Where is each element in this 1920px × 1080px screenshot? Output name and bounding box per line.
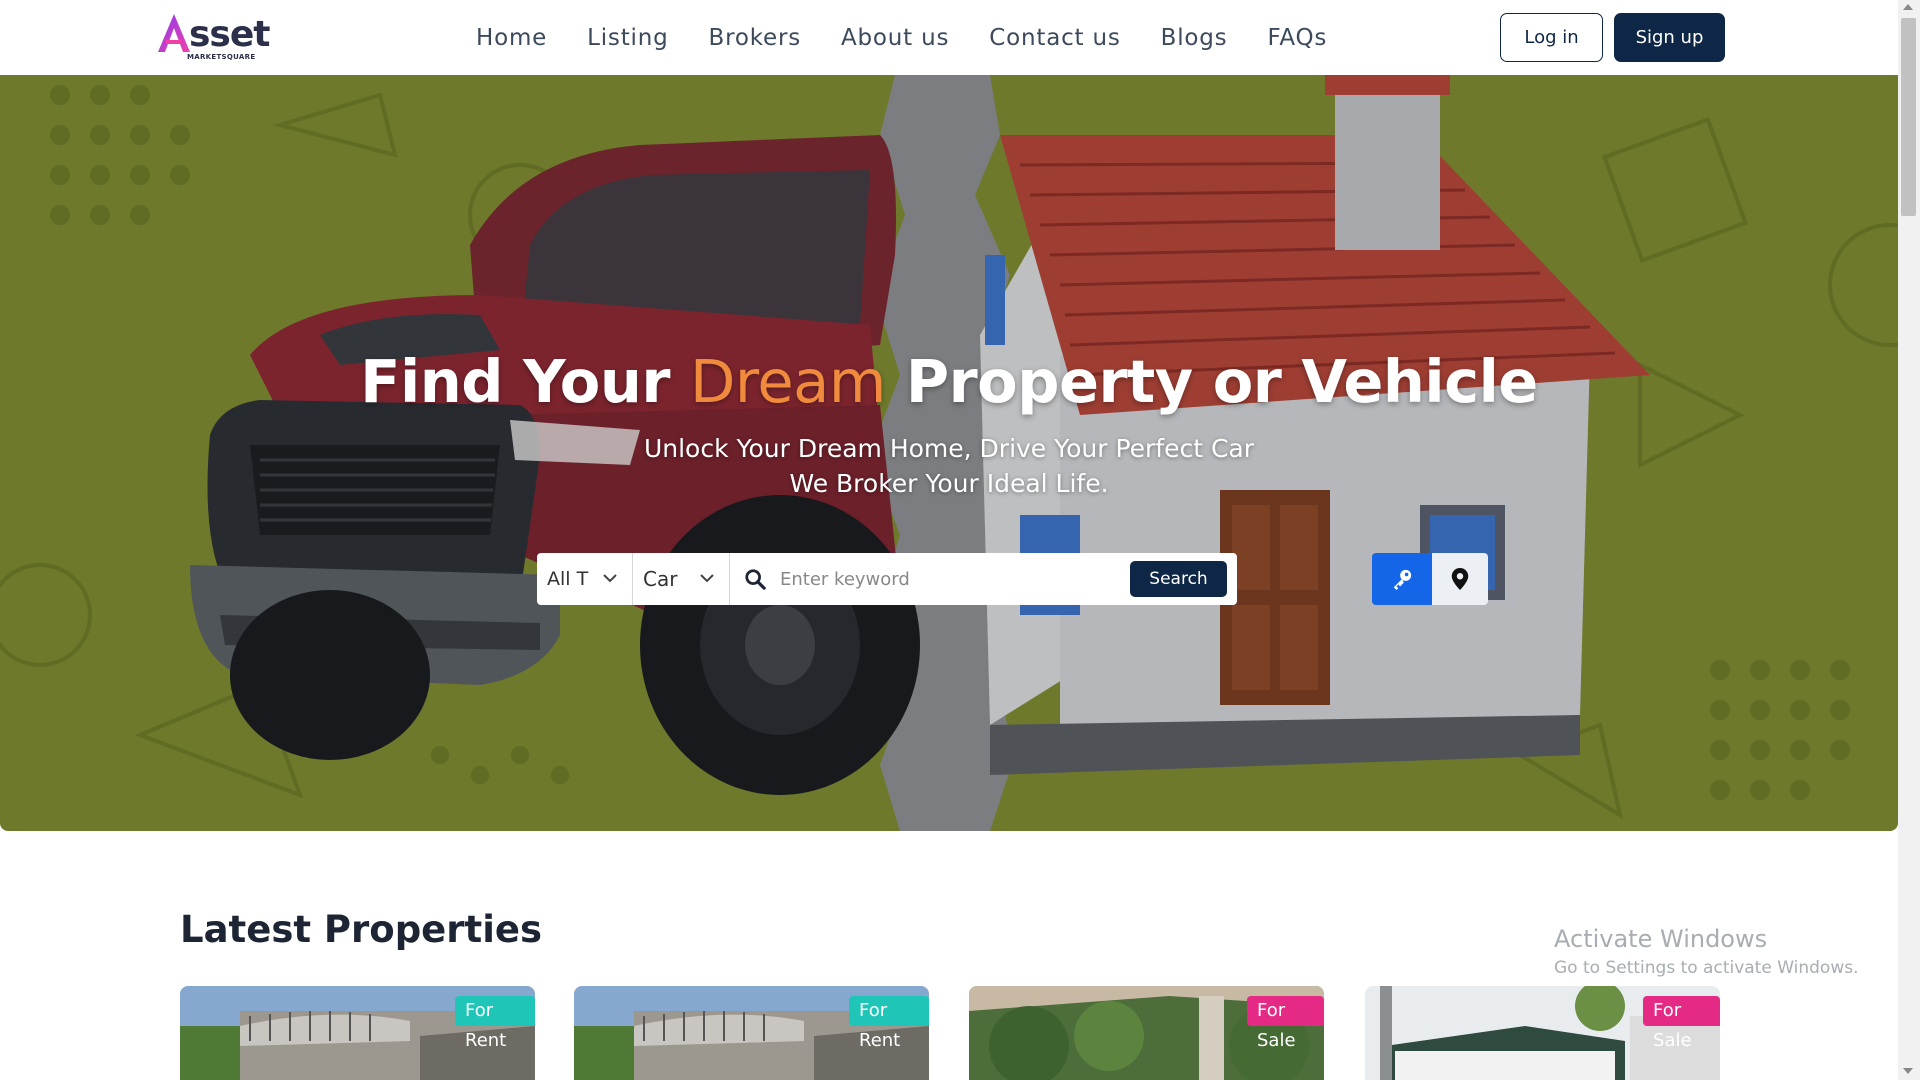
latest-properties-title: Latest Properties — [180, 908, 543, 951]
property-cards: For Rent For Rent For Sale For Sale — [180, 986, 1720, 1080]
property-card[interactable]: For Sale — [1365, 986, 1720, 1080]
scroll-up-arrow-icon[interactable] — [1903, 4, 1913, 10]
hero-title: Find Your Dream Property or Vehicle — [0, 347, 1898, 416]
signup-button[interactable]: Sign up — [1614, 13, 1725, 62]
hero-title-part1: Find Your — [360, 347, 690, 416]
hero-banner: Find Your Dream Property or Vehicle Unlo… — [0, 75, 1898, 831]
nav-brokers[interactable]: Brokers — [709, 20, 802, 56]
hero-title-part2: Property or Vehicle — [885, 347, 1539, 416]
map-pin-icon — [1451, 568, 1469, 590]
nav-blogs[interactable]: Blogs — [1161, 20, 1228, 56]
search-input[interactable] — [780, 559, 1110, 599]
search-field: Search — [730, 553, 1237, 605]
hero-title-accent: Dream — [689, 347, 886, 416]
chevron-down-icon — [700, 574, 714, 583]
hero-subtitle-line1: Unlock Your Dream Home, Drive Your Perfe… — [643, 434, 1255, 463]
nav-about-us[interactable]: About us — [841, 20, 949, 56]
search-button[interactable]: Search — [1130, 561, 1227, 597]
nav-contact-us[interactable]: Contact us — [989, 20, 1120, 56]
logo-text: sset — [189, 14, 270, 55]
chevron-down-icon — [603, 574, 617, 583]
scrollbar-thumb[interactable] — [1901, 18, 1916, 216]
top-navbar: sset MARKETSQUARE Home Listing Brokers A… — [0, 0, 1898, 75]
listing-status-badge: For Sale — [1247, 996, 1324, 1051]
location-button[interactable] — [1432, 553, 1488, 605]
nav-home[interactable]: Home — [476, 20, 547, 56]
property-card[interactable]: For Rent — [180, 986, 535, 1080]
hero-subtitle: Unlock Your Dream Home, Drive Your Perfe… — [0, 431, 1898, 501]
property-card[interactable]: For Rent — [574, 986, 929, 1080]
listing-status-badge: For Rent — [455, 996, 535, 1051]
category-filter-value: Car — [643, 567, 678, 591]
brand-logo[interactable]: sset MARKETSQUARE — [155, 12, 285, 64]
category-filter-select[interactable]: Car — [633, 553, 730, 605]
logo-subtext: MARKETSQUARE — [187, 53, 256, 61]
search-icon — [745, 569, 766, 590]
type-filter-select[interactable]: All T — [537, 553, 633, 605]
search-bar: All T Car Search — [537, 553, 1237, 605]
login-button[interactable]: Log in — [1500, 13, 1603, 62]
logo-mark-icon — [158, 14, 190, 52]
property-card[interactable]: For Sale — [969, 986, 1324, 1080]
rent-toggle-button[interactable] — [1372, 553, 1432, 605]
type-filter-value: All T — [547, 568, 589, 590]
nav-faqs[interactable]: FAQs — [1267, 20, 1327, 56]
listing-status-badge: For Rent — [849, 996, 929, 1051]
nav-listing[interactable]: Listing — [587, 20, 668, 56]
hero-subtitle-line2: We Broker Your Ideal Life. — [789, 469, 1109, 498]
key-icon — [1393, 569, 1412, 590]
listing-status-badge: For Sale — [1643, 996, 1720, 1051]
main-nav: Home Listing Brokers About us Contact us… — [476, 20, 1367, 56]
activate-windows-title: Activate Windows — [1554, 925, 1768, 953]
activate-windows-subtitle: Go to Settings to activate Windows. — [1554, 958, 1859, 978]
scroll-down-arrow-icon[interactable] — [1903, 1068, 1913, 1074]
